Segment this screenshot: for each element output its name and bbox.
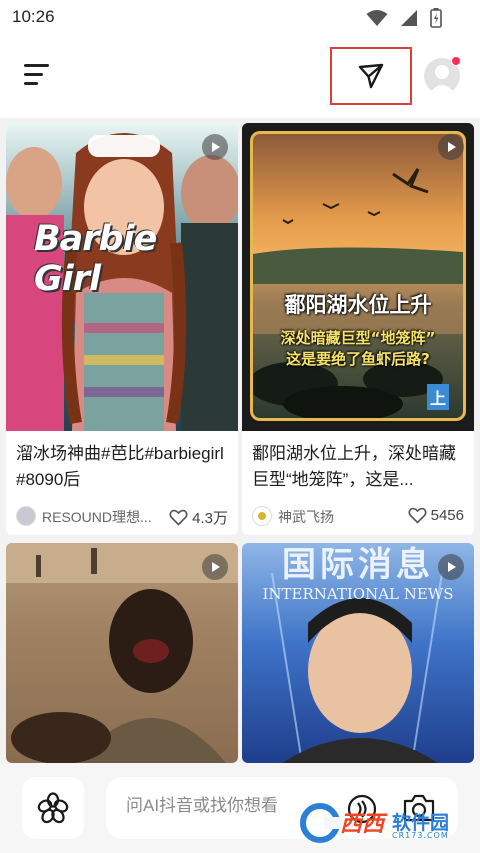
video-frame: 鄱阳湖水位上升 深处暗藏巨型“地笼阵” 这是要绝了鱼虾后路? 上 xyxy=(250,131,466,421)
menu-icon-line xyxy=(24,82,38,85)
video-title: 溜冰场神曲#芭比#barbiegirl #8090后 xyxy=(16,444,224,489)
child-thumbnail-art xyxy=(6,543,238,763)
video-card[interactable]: 国际消息 INTERNATIONAL NEWS xyxy=(242,543,474,763)
play-icon xyxy=(202,134,228,160)
watermark-brand: 西西 xyxy=(340,812,385,837)
notification-dot xyxy=(451,56,461,66)
video-title: 鄱阳湖水位上升，深处暗藏巨型“地笼阵”，这是... xyxy=(252,444,456,489)
flower-icon xyxy=(37,792,69,824)
battery-icon xyxy=(430,8,442,28)
overlay-title: Barbie Girl xyxy=(34,219,157,299)
author-name[interactable]: RESOUND理想... xyxy=(42,507,154,527)
search-input[interactable] xyxy=(126,796,306,816)
overlay-subtitle: INTERNATIONAL NEWS xyxy=(262,585,454,603)
send-button[interactable] xyxy=(330,47,412,105)
like-count-text: 5456 xyxy=(430,507,464,524)
status-time: 10:26 xyxy=(12,7,55,26)
wifi-icon xyxy=(366,10,388,26)
heart-icon xyxy=(169,509,188,526)
heart-icon xyxy=(408,507,427,524)
like-count[interactable]: 5456 xyxy=(408,507,464,524)
like-count[interactable]: 4.3万 xyxy=(169,507,228,528)
video-card[interactable]: 鄱阳湖水位上升 深处暗藏巨型“地笼阵” 这是要绝了鱼虾后路? 上 鄱阳湖水位上升… xyxy=(242,123,474,535)
video-card[interactable]: Barbie Girl 溜冰场神曲#芭比#barbiegirl #8090后 R… xyxy=(6,123,238,535)
watermark-sub: CR173.COM xyxy=(392,831,449,840)
author-avatar[interactable] xyxy=(16,506,36,526)
signal-icon xyxy=(401,10,417,26)
play-icon xyxy=(438,134,464,160)
play-icon xyxy=(202,554,228,580)
menu-button[interactable] xyxy=(20,60,54,90)
like-count-text: 4.3万 xyxy=(192,510,228,527)
video-card[interactable] xyxy=(6,543,238,763)
play-icon xyxy=(438,554,464,580)
video-meta: 神武飞扬 5456 xyxy=(252,505,466,527)
watermark-logo: 西西 软件园 CR173.COM xyxy=(300,800,470,846)
flower-button[interactable] xyxy=(22,777,84,839)
status-bar: 10:26 xyxy=(0,0,480,36)
video-thumbnail: Barbie Girl xyxy=(6,123,238,431)
video-meta: RESOUND理想... 4.3万 xyxy=(16,505,230,527)
top-bar xyxy=(0,36,480,118)
watermark-c-icon xyxy=(300,803,340,843)
video-thumbnail: 国际消息 INTERNATIONAL NEWS xyxy=(242,543,474,763)
author-avatar[interactable] xyxy=(252,506,272,526)
video-thumbnail xyxy=(6,543,238,763)
menu-icon-line xyxy=(24,73,43,76)
status-icons xyxy=(366,8,442,28)
video-thumbnail: 鄱阳湖水位上升 深处暗藏巨型“地笼阵” 这是要绝了鱼虾后路? 上 xyxy=(242,123,474,431)
overlay-subtitle: 深处暗藏巨型“地笼阵” xyxy=(280,329,436,347)
author-name[interactable]: 神武飞扬 xyxy=(278,507,390,527)
lake-scene-art xyxy=(253,168,463,418)
paper-plane-icon xyxy=(358,63,384,89)
overlay-title: 鄱阳湖水位上升 xyxy=(284,293,432,317)
overlay-badge: 上 xyxy=(427,384,450,410)
overlay-subtitle: 这是要绝了鱼虾后路? xyxy=(286,350,430,368)
menu-icon xyxy=(24,64,49,67)
